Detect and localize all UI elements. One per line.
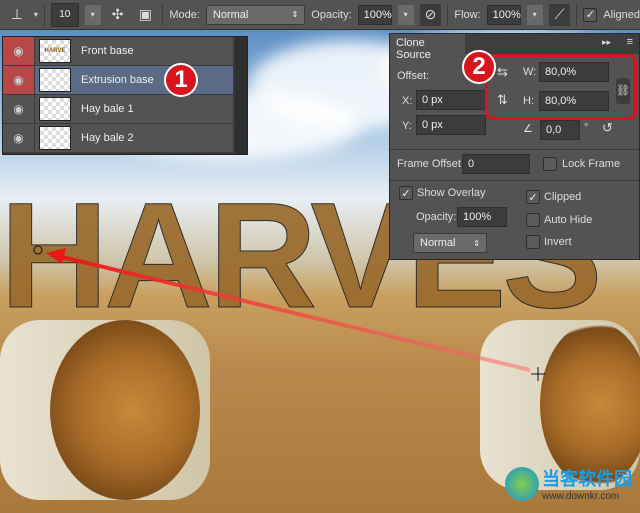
brush-size-picker[interactable]: 10: [50, 2, 79, 27]
show-overlay-checkbox[interactable]: ✓: [399, 186, 413, 200]
watermark-brand: 当客软件园: [542, 469, 632, 489]
clipped-checkbox[interactable]: ✓: [526, 190, 540, 204]
callout-highlight-box: [485, 54, 637, 120]
clone-stamp-tool-icon[interactable]: ⊥: [6, 4, 28, 26]
mode-value: Normal: [212, 8, 249, 21]
overlay-opacity-input[interactable]: 100%: [457, 207, 507, 227]
rotation-input[interactable]: 0,0: [540, 120, 580, 140]
layer-thumbnail: [39, 126, 71, 150]
invert-checkbox[interactable]: [526, 235, 540, 249]
airbrush-icon[interactable]: ⟋: [548, 3, 571, 26]
layer-thumbnail: [39, 97, 71, 121]
lock-frame-label: Lock Frame: [562, 158, 621, 170]
watermark-url: www.downkr.com: [542, 491, 620, 502]
flow-label: Flow:: [454, 8, 481, 21]
opacity-input[interactable]: 100%: [357, 4, 392, 25]
overlay-opacity-label: Opacity:: [416, 211, 457, 223]
auto-hide-checkbox[interactable]: [526, 213, 540, 227]
opacity-arrow[interactable]: ▾: [397, 4, 414, 25]
layer-name: Extrusion base: [81, 74, 154, 86]
offset-y-input[interactable]: 0 px: [416, 115, 486, 135]
layers-scrollbar[interactable]: [235, 37, 247, 154]
flow-arrow[interactable]: ▾: [526, 4, 543, 25]
layer-name: Hay bale 2: [81, 132, 134, 144]
brush-panel-icon[interactable]: ✣: [107, 4, 129, 26]
offset-label: Offset:: [397, 70, 430, 82]
watermark: 当客软件园 www.downkr.com: [505, 465, 632, 502]
opacity-label: Opacity:: [311, 8, 352, 21]
mode-label: Mode:: [169, 8, 200, 21]
y-label: Y:: [402, 120, 412, 132]
layers-panel: ◉ HARVE Front base ◉ Extrusion base ◉ Ha…: [2, 36, 248, 155]
layer-row-extrusion-base[interactable]: ◉ Extrusion base: [3, 66, 233, 95]
offset-x-input[interactable]: 0 px: [416, 90, 486, 110]
angle-icon: ∠: [523, 123, 533, 135]
tool-preset-dropdown[interactable]: ▾: [34, 10, 38, 19]
eye-icon[interactable]: ◉: [3, 37, 35, 65]
eye-icon[interactable]: ◉: [3, 124, 35, 152]
lock-frame-checkbox[interactable]: [543, 157, 557, 171]
show-overlay-label: Show Overlay: [417, 187, 486, 199]
collapse-icon[interactable]: ▸▸: [602, 37, 611, 48]
options-bar: ⊥ ▾ 10 ▾ ✣ ▣ Mode: Normal ⇕ Opacity: 100%…: [0, 0, 640, 30]
eye-icon[interactable]: ◉: [3, 66, 35, 94]
watermark-logo: [505, 466, 539, 501]
blend-value: Normal: [420, 237, 456, 249]
mode-select[interactable]: Normal ⇕: [205, 4, 306, 25]
layer-row-hay-bale-2[interactable]: ◉ Hay bale 2: [3, 124, 233, 153]
frame-offset-input[interactable]: 0: [462, 154, 530, 174]
callout-badge-2: 2: [462, 50, 496, 84]
x-label: X:: [402, 95, 413, 107]
auto-hide-label: Auto Hide: [544, 214, 593, 226]
clipped-label: Clipped: [544, 191, 582, 203]
pressure-opacity-icon[interactable]: ⊘: [419, 3, 442, 26]
layer-row-front-base[interactable]: ◉ HARVE Front base: [3, 37, 233, 66]
clone-source-tab[interactable]: Clone Source: [390, 34, 465, 61]
reset-transform-icon[interactable]: ↺: [602, 120, 613, 136]
layer-name: Hay bale 1: [81, 103, 134, 115]
frame-offset-label: Frame Offset:: [397, 158, 465, 170]
panel-menu-icon[interactable]: ≡: [627, 36, 633, 48]
aligned-checkbox[interactable]: ✓: [583, 7, 598, 22]
brush-picker-arrow[interactable]: ▾: [84, 4, 101, 25]
layer-thumbnail: HARVE: [39, 39, 71, 63]
layer-name: Front base: [81, 45, 134, 57]
layer-row-hay-bale-1[interactable]: ◉ Hay bale 1: [3, 95, 233, 124]
callout-badge-1: 1: [164, 63, 198, 97]
aligned-label: Aligned: [603, 8, 640, 21]
degree-symbol: °: [584, 122, 589, 134]
eye-icon[interactable]: ◉: [3, 95, 35, 123]
layer-thumbnail: [39, 68, 71, 92]
flow-input[interactable]: 100%: [486, 4, 521, 25]
invert-label: Invert: [544, 236, 572, 248]
overlay-blend-select[interactable]: Normal ⇕: [413, 233, 487, 253]
clone-source-panel-icon[interactable]: ▣: [134, 4, 156, 26]
